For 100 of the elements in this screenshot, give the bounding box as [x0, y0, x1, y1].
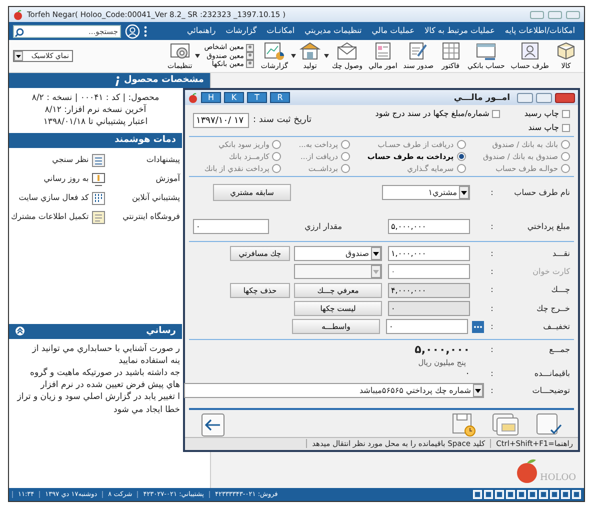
maximize-button[interactable] — [536, 92, 552, 103]
radio-button[interactable] — [272, 140, 282, 150]
caret-icon — [14, 51, 23, 61]
menu-item[interactable]: امکانات/اطلاعات پايه — [500, 26, 580, 36]
input-field[interactable]: ۰ — [193, 219, 269, 234]
shortcut-button[interactable]: K — [224, 92, 244, 104]
radio-button[interactable] — [272, 152, 282, 162]
kebab-menu-icon[interactable] — [144, 26, 147, 36]
apple-logo-icon — [515, 458, 540, 484]
radio-button[interactable] — [272, 164, 282, 174]
radio-button[interactable] — [561, 164, 570, 174]
input-field[interactable]: ۵,۰۰۰,۰۰۰ — [388, 219, 470, 234]
checkbox[interactable] — [562, 124, 570, 132]
keypad-icon[interactable] — [92, 192, 105, 205]
checkbox-option[interactable]: چاپ رسيد — [524, 109, 570, 119]
radio-button[interactable] — [341, 152, 350, 162]
caret-icon — [371, 247, 381, 260]
search-icon[interactable] — [15, 28, 24, 36]
radio-button[interactable] — [561, 140, 570, 150]
date-label: تاريخ ثبت سند : — [253, 115, 312, 126]
notice-text: ينه استفاده نماييد — [118, 354, 181, 367]
menu-item[interactable]: راهنمائي — [182, 26, 221, 36]
radio-button[interactable] — [456, 164, 466, 174]
caret-icon — [473, 384, 483, 398]
colon: : — [490, 322, 494, 332]
field-label: جمـــع — [548, 344, 570, 354]
notice-text: هاي پيش فرض تعيين شده در نرم افزار — [39, 379, 181, 392]
menu-item[interactable]: عمليات مرتبط به کالا — [420, 26, 500, 36]
field-label: باقيمانـــده — [533, 369, 570, 379]
dropdown-field[interactable]: شماره چك پرداختي ۵۶۵۶۵ميباشد — [184, 383, 484, 398]
field-label: نقـــد — [551, 248, 570, 258]
service-link[interactable]: آموزش — [156, 174, 180, 184]
collapse-icon[interactable] — [15, 326, 25, 336]
service-link[interactable]: تکميل اطلاعات مشترك — [11, 212, 89, 222]
colon: : — [490, 386, 494, 396]
dropdown-field[interactable]: مشتري۱ — [382, 185, 470, 200]
panel-title: رساني — [146, 326, 176, 336]
person-list-icon — [246, 44, 254, 52]
card-stack-icon[interactable] — [492, 412, 520, 436]
close-button[interactable] — [555, 92, 575, 103]
notice-text: ا تغيير يابد در گزارش اصلي سود و زيان و تراز — [16, 391, 181, 404]
notepad-icon[interactable] — [92, 210, 105, 224]
input-field[interactable]: ۰ — [388, 300, 470, 316]
field-label: نام طرف حساب — [513, 188, 570, 198]
apple-icon — [13, 10, 23, 20]
field-label: کارت خوان — [532, 267, 570, 277]
field-label: تخفيــف — [542, 322, 570, 332]
notice-text: ر صورت آشنايي با حسابداري مي توانيد از — [30, 342, 181, 355]
minimize-button[interactable] — [517, 92, 533, 103]
input-field[interactable]: ۰ — [386, 319, 468, 334]
menu-item[interactable]: عمليات مالي — [366, 26, 420, 36]
menu-item[interactable]: گزارشات — [220, 26, 262, 36]
radio-button[interactable] — [561, 152, 570, 162]
product-info-text: اعتبار پشتيباني تا ۱۳۹۸/۰۱/۱۸ — [42, 116, 149, 129]
checkbox-option[interactable]: چاپ سند — [528, 122, 570, 133]
service-link[interactable]: فروشگاه اينترنتي — [122, 212, 180, 222]
box-icon — [555, 41, 577, 62]
shortcut-button[interactable]: H — [201, 92, 221, 104]
service-link[interactable]: پيشنهادات — [146, 155, 180, 165]
product-info-text: محصول: | کد : ۰۰۰۴۱ | نسخه : ۸/۲ — [30, 92, 160, 104]
service-link[interactable]: کد فعال سازي سايت — [18, 193, 89, 203]
field-label: مقدار ارزي — [304, 222, 342, 232]
menu-item[interactable]: امکانـات — [262, 26, 300, 36]
colon: : — [490, 248, 494, 258]
checkbox-option[interactable]: شماره/مبلغ چکها در سند درج شود — [375, 109, 500, 119]
total-amount: ۵,۰۰۰,۰۰۰ — [414, 342, 470, 356]
checkbox[interactable] — [562, 110, 570, 118]
product-info-text: آخرين نسخه نرم افزار: ۸/۱۲ — [44, 104, 148, 116]
shortcut-button[interactable]: T — [247, 92, 267, 104]
more-button[interactable] — [472, 320, 484, 333]
service-link[interactable]: به روز رساني — [44, 174, 89, 184]
brand-name: HOLOO — [540, 473, 576, 484]
dropdown-field[interactable]: صندوق — [294, 246, 382, 262]
menu-item[interactable]: تنظيمات مديريتي — [300, 26, 367, 36]
radio-button[interactable] — [456, 140, 466, 150]
service-link[interactable]: نظر سنجي — [52, 155, 89, 165]
input-field[interactable]: ۱,۰۰۰,۰۰۰ — [388, 246, 470, 262]
dropdown-arrow-icon[interactable] — [324, 54, 330, 58]
checkbox[interactable] — [492, 110, 500, 118]
colon: : — [490, 188, 494, 198]
checkmark-icon[interactable] — [536, 412, 562, 436]
info-icon — [114, 76, 120, 86]
checklist-icon[interactable] — [92, 154, 105, 167]
date-field[interactable]: ۱۳۹۷/۱۰/ ۱۷ — [193, 113, 249, 128]
colon: : — [490, 369, 494, 379]
radio-button[interactable] — [456, 152, 466, 162]
person-list-icon — [246, 52, 254, 60]
dropdown-arrow-icon[interactable] — [195, 54, 200, 58]
shortcut-button[interactable]: R — [270, 92, 290, 104]
field-label: خــرج چك — [536, 304, 570, 314]
radio-button[interactable] — [341, 164, 350, 174]
radio-button[interactable] — [341, 140, 350, 150]
dropdown-arrow-icon[interactable] — [291, 54, 296, 58]
user-icon[interactable] — [125, 24, 140, 38]
service-link[interactable]: پشتيباني آنلاين — [132, 193, 180, 203]
input-field[interactable]: ۴,۰۰۰,۰۰۰ — [388, 282, 470, 298]
apple-icon — [188, 92, 198, 103]
colon: : — [490, 304, 494, 314]
save-clock-icon[interactable] — [452, 412, 476, 436]
monitor-icon[interactable] — [92, 172, 105, 186]
